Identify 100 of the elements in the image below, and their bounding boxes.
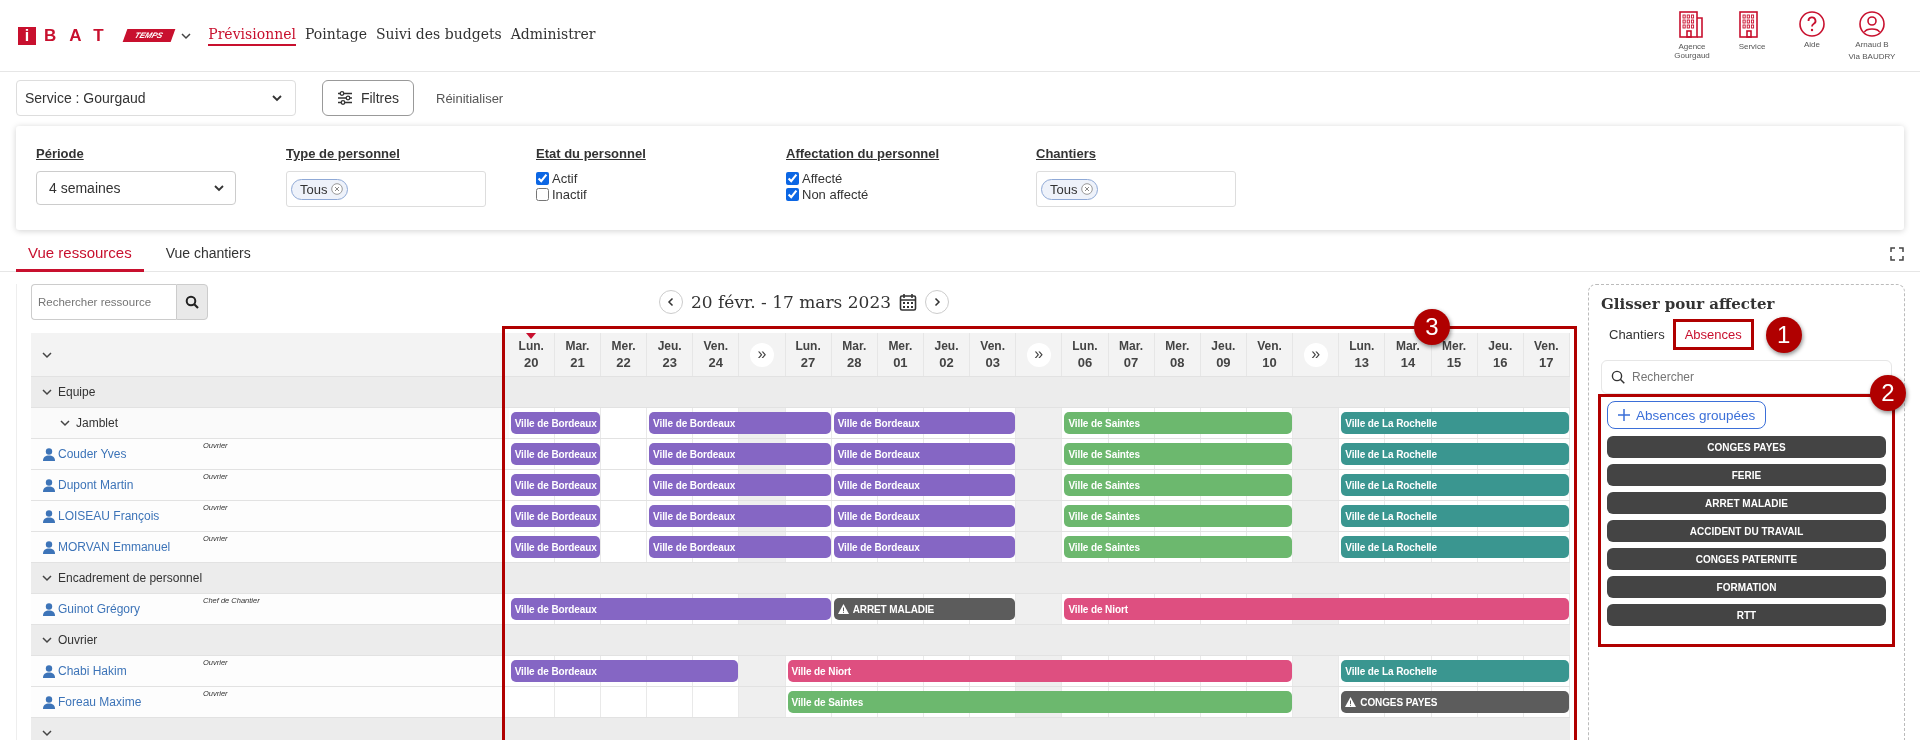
checkbox[interactable] (786, 172, 799, 185)
service-select[interactable]: Service : Gourgaud (16, 80, 296, 116)
date-label: 24 (708, 353, 724, 372)
person-icon (43, 509, 55, 523)
resource-name[interactable]: LOISEAU François (58, 509, 160, 523)
remove-icon[interactable] (1081, 183, 1094, 195)
grouped-absences-button[interactable]: Absences groupées (1607, 401, 1767, 429)
resource-search-field[interactable]: Rechercher ressource (31, 284, 176, 320)
view-tab[interactable]: Vue chantiers (153, 235, 263, 272)
chevron-icon[interactable] (41, 572, 53, 584)
subgroup-row[interactable]: Jamblet (31, 408, 509, 439)
resource-name[interactable]: Dupont Martin (58, 478, 134, 492)
assignment-bar[interactable]: Ville de Bordeaux (833, 412, 1016, 434)
absence-chip[interactable]: FORMATION (1607, 576, 1886, 598)
caret-icon[interactable] (213, 182, 225, 194)
checkbox[interactable] (536, 188, 549, 201)
assignment-bar[interactable]: Ville de Bordeaux (649, 412, 831, 434)
user-icon[interactable] (1858, 10, 1886, 39)
assignment-bar[interactable]: Ville de Bordeaux (833, 505, 1016, 527)
remove-icon[interactable] (331, 183, 344, 195)
view-tab[interactable]: Vue ressources (16, 235, 144, 272)
assignment-bar[interactable]: Ville de La Rochelle (1341, 660, 1569, 682)
absence-chip[interactable]: RTT (1607, 604, 1886, 626)
weekday-label: Mer. (611, 337, 636, 354)
panel-tab[interactable]: Chantiers (1601, 323, 1673, 346)
assignment-bar[interactable]: Ville de Bordeaux (833, 443, 1016, 465)
assignment-bar[interactable]: Ville de Bordeaux (510, 536, 600, 558)
assignment-bar[interactable]: Ville de La Rochelle (1341, 536, 1569, 558)
skip-weekend-button[interactable]: » (1303, 342, 1328, 367)
resource-name[interactable]: Foreau Maxime (58, 695, 142, 709)
date-label: 09 (1216, 353, 1231, 372)
assignment-bar[interactable]: Ville de Bordeaux (510, 660, 739, 682)
nav-link[interactable]: Suivi des budgets (375, 25, 502, 46)
assignment-bar[interactable]: Ville de Bordeaux (510, 412, 600, 434)
chevron-icon[interactable] (41, 386, 53, 398)
assignment-bar[interactable]: Ville de Bordeaux (833, 536, 1016, 558)
assignment-bar[interactable]: Ville de La Rochelle (1341, 505, 1569, 527)
group-row[interactable]: Ouvrier (31, 625, 509, 656)
absence-chip[interactable]: ARRET MALADIE (1607, 492, 1886, 514)
assignment-bar[interactable]: Ville de Niort (1064, 598, 1569, 620)
skip-weekend-button[interactable]: » (1026, 342, 1051, 367)
group-label: Encadrement de personnel (58, 571, 203, 585)
assignment-bar[interactable]: Ville de Bordeaux (510, 474, 600, 496)
assignment-bar[interactable]: Ville de Bordeaux (649, 474, 831, 496)
date-label: 17 (1539, 353, 1554, 372)
group-label: Equipe (58, 385, 96, 399)
group-row[interactable]: Equipe (31, 377, 509, 408)
group-label: Ouvrier (58, 633, 98, 647)
next-button[interactable] (925, 290, 949, 314)
weekday-label: Ven. (1534, 337, 1559, 354)
chevron-icon[interactable] (59, 417, 71, 429)
date-label: 15 (1446, 353, 1462, 372)
help-icon[interactable] (1798, 10, 1826, 39)
filter-heading: Type de personnel (286, 146, 401, 161)
assignment-bar[interactable]: Ville de Bordeaux (510, 598, 831, 620)
weekday-label: Lun. (1349, 337, 1375, 354)
tag-input[interactable]: Tous (286, 171, 486, 207)
assignment-bar[interactable]: Ville de Bordeaux (649, 443, 831, 465)
chevron-icon[interactable] (41, 634, 53, 646)
search-button[interactable] (176, 284, 208, 320)
filters-button[interactable]: Filtres (322, 80, 414, 116)
resource-name[interactable]: MORVAN Emmanuel (58, 540, 171, 554)
date-label: 28 (847, 353, 862, 372)
nav-link[interactable]: Administrer (510, 25, 596, 46)
resource-name[interactable]: Chabi Hakim (58, 664, 127, 678)
absence-bar[interactable]: CONGES PAYES (1341, 691, 1569, 713)
absence-bar[interactable]: ARRET MALADIE (833, 598, 1016, 620)
resource-name[interactable]: Guinot Grégory (58, 602, 141, 616)
assignment-bar[interactable]: Ville de Bordeaux (649, 505, 831, 527)
absence-chip[interactable]: CONGES PAYES (1607, 436, 1886, 458)
absence-chip[interactable]: FERIE (1607, 464, 1886, 486)
nav-link[interactable]: Prévisionnel (208, 25, 296, 46)
group-row[interactable]: Encadrement de personnel (31, 563, 509, 594)
assignment-bar[interactable]: Ville de La Rochelle (1341, 412, 1569, 434)
assignment-bar[interactable]: Ville de La Rochelle (1341, 474, 1569, 496)
weekday-label: Jeu. (1211, 337, 1236, 354)
assignment-bar[interactable]: Ville de Bordeaux (833, 474, 1016, 496)
caret-icon[interactable] (271, 92, 283, 104)
assignment-bar[interactable]: Ville de Niort (787, 660, 1293, 682)
skip-weekend-button[interactable]: » (749, 342, 774, 367)
calendar-icon[interactable] (899, 293, 917, 311)
checkbox[interactable] (786, 188, 799, 201)
checkbox[interactable] (536, 172, 549, 185)
absence-chip[interactable]: ACCIDENT DU TRAVAIL (1607, 520, 1886, 542)
date-label: 13 (1354, 353, 1369, 372)
assignment-bar[interactable]: Ville de Bordeaux (510, 505, 600, 527)
absence-chip[interactable]: CONGES PATERNITE (1607, 548, 1886, 570)
date-label: 01 (893, 353, 908, 372)
weekday-label: Lun. (1072, 337, 1098, 354)
previous-button[interactable] (659, 290, 683, 314)
assignment-bar[interactable]: Ville de Bordeaux (510, 443, 600, 465)
fullscreen-icon[interactable] (1890, 246, 1904, 261)
period-select[interactable]: 4 semaines (36, 171, 236, 205)
assignment-bar[interactable]: Ville de Bordeaux (649, 536, 831, 558)
nav-link[interactable]: Pointage (304, 25, 367, 46)
reset-link[interactable]: Réinitialiser (436, 90, 504, 106)
chevron-icon[interactable] (41, 727, 53, 739)
resource-name[interactable]: Couder Yves (58, 447, 127, 461)
assignment-bar[interactable]: Ville de La Rochelle (1341, 443, 1569, 465)
tag-input[interactable]: Tous (1036, 171, 1236, 207)
